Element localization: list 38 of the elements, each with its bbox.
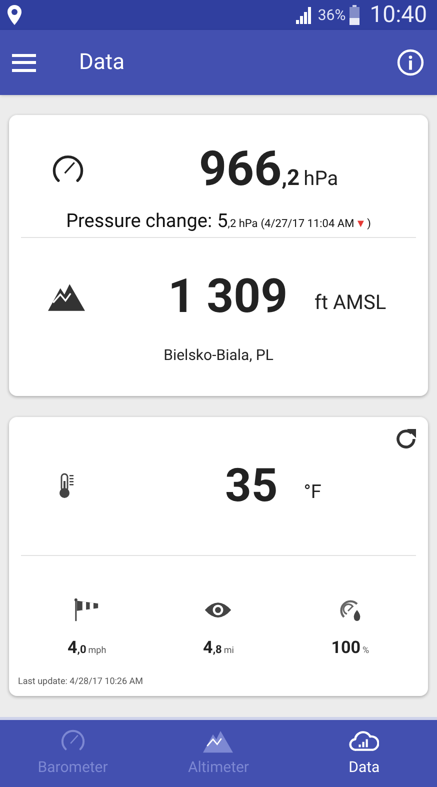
- pressure-unit: hPa: [304, 165, 338, 192]
- altitude-value: 1 309: [168, 272, 288, 320]
- pressure-change-time: (4/27/17 11:04 AM: [260, 216, 354, 232]
- bottom-nav-tab[interactable]: Altimeter: [146, 720, 292, 787]
- windsock-icon: [72, 598, 101, 622]
- battery-percent: 36%: [318, 4, 346, 26]
- pressure-decimal: ,2: [282, 165, 300, 193]
- pressure-change-value: 5: [217, 208, 228, 234]
- location-pin-icon: [7, 5, 22, 25]
- pressure-change-label: Pressure change:: [66, 208, 212, 234]
- bottom-nav-tab[interactable]: Data: [291, 720, 437, 787]
- temperature-unit: °F: [304, 478, 322, 505]
- condition-unit: mi: [224, 645, 234, 658]
- altitude-unit: ft AMSL: [314, 289, 386, 316]
- info-button[interactable]: [397, 49, 424, 76]
- condition-value: 4: [203, 637, 213, 660]
- location-label: Bielsko-Biala, PL: [162, 345, 274, 366]
- condition-unit: mph: [88, 645, 106, 658]
- closing-parenthesis: ): [367, 216, 371, 232]
- down-triangle-icon: ▼: [355, 216, 366, 232]
- pressure-value: 966: [199, 145, 282, 193]
- pressure-change-unit: ,2 hPa: [228, 216, 258, 232]
- condition-decimal: ,0: [77, 642, 86, 658]
- condition-value: 4: [67, 637, 78, 660]
- thermometer-icon: [58, 473, 75, 499]
- clock: 10:40: [370, 0, 427, 30]
- condition-decimal: ,8: [212, 642, 222, 658]
- app-title: Data: [79, 49, 125, 77]
- condition-value: 100: [331, 637, 360, 660]
- condition-unit: %: [362, 645, 370, 658]
- battery-icon: [348, 5, 360, 25]
- bottom-nav-tab[interactable]: Barometer: [0, 720, 146, 787]
- refresh-button[interactable]: [394, 427, 418, 451]
- signal-icon: [296, 6, 314, 24]
- mountain-icon: [48, 282, 85, 310]
- menu-button[interactable]: [12, 54, 36, 72]
- last-update-text: Last update: 4/28/17 10:26 AM: [18, 676, 144, 689]
- temperature-value: 35: [225, 463, 278, 509]
